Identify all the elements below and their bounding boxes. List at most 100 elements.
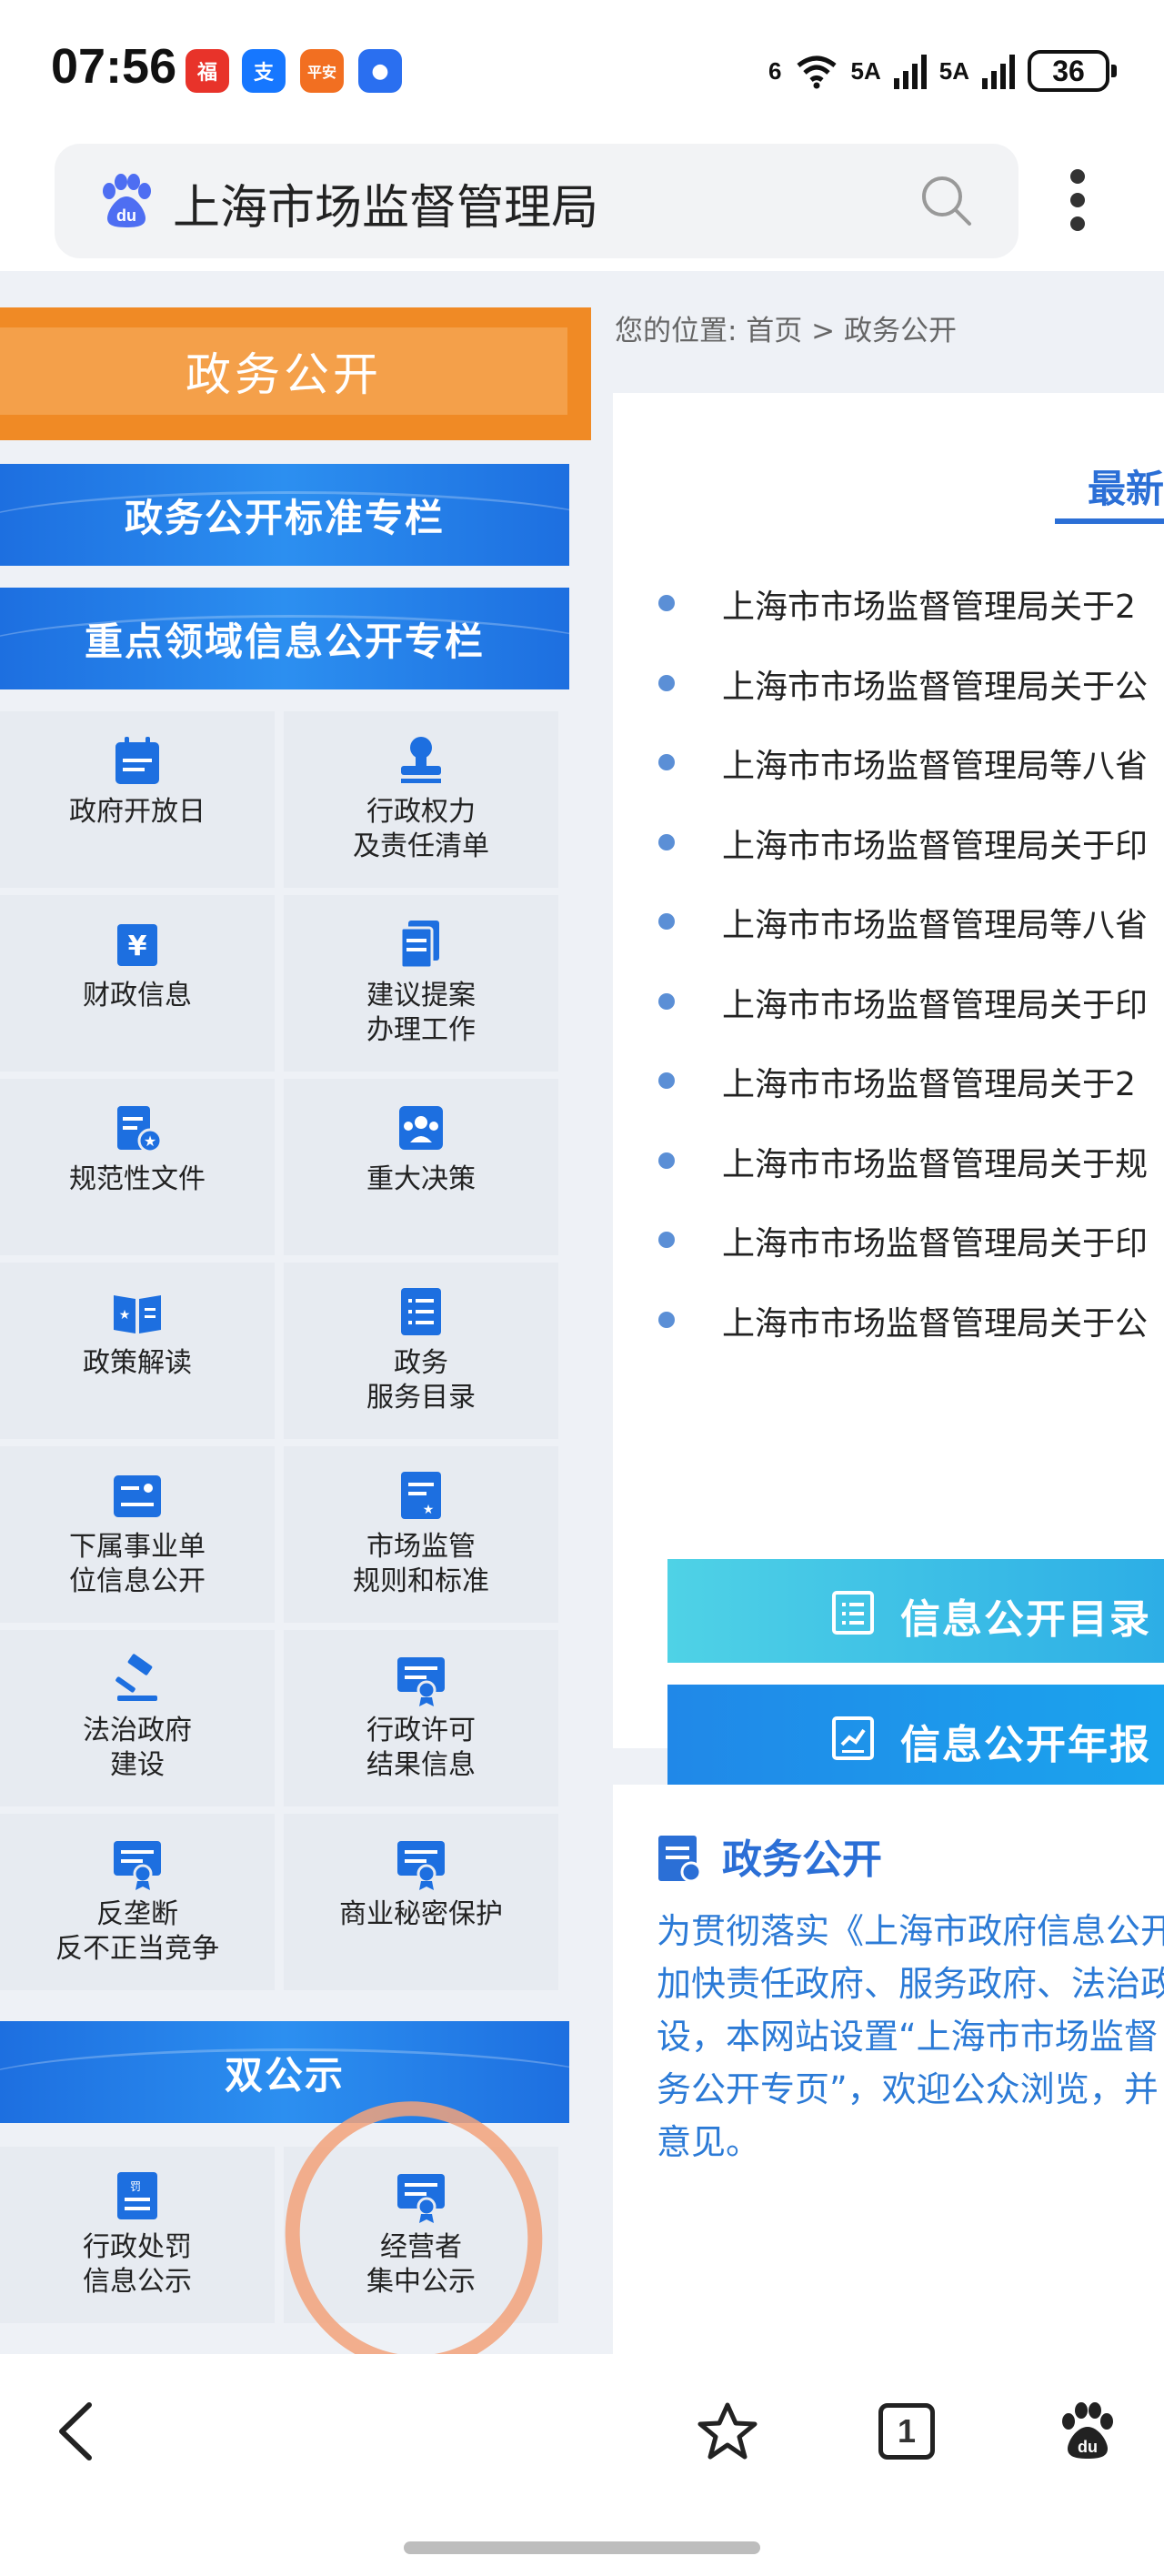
id-card-icon: [114, 1475, 161, 1517]
nav-item-label: 下属事业单 位信息公开: [69, 1531, 206, 1597]
news-title[interactable]: 上海市市场监督管理局等八省: [722, 899, 1148, 946]
nav-item-major-decisions[interactable]: 重大决策: [284, 1079, 558, 1255]
certificate-icon: [397, 1657, 445, 1706]
list-item[interactable]: 上海市市场监督管理局等八省: [658, 893, 1164, 973]
nav-item-power-list[interactable]: 行政权力 及责任清单: [284, 711, 558, 888]
annual-report-button[interactable]: 信息公开年报: [667, 1685, 1164, 1788]
page-content: 政务公开 政务公开标准专栏 重点领域信息公开专栏 政府开放日 行政权力 及责任清…: [0, 271, 1164, 2354]
search-query-text[interactable]: 上海市场监督管理局: [173, 169, 598, 237]
bullet-icon: [658, 992, 675, 1010]
list-item[interactable]: 上海市市场监督管理局关于印: [658, 814, 1164, 894]
nav-item-rules-standards[interactable]: ★ 市场监管 规则和标准: [284, 1446, 558, 1623]
tabs-count-button[interactable]: 1: [878, 2403, 935, 2460]
signal-bars-icon: [982, 53, 1015, 89]
bookmark-star-icon[interactable]: [697, 2401, 758, 2461]
list-icon: [832, 1591, 874, 1635]
open-book-icon: ★: [114, 1295, 161, 1333]
back-arrow-icon[interactable]: [53, 2400, 98, 2463]
news-title[interactable]: 上海市市场监督管理局关于印: [722, 979, 1148, 1026]
bullet-icon: [658, 1152, 675, 1169]
bullet-icon: [658, 754, 675, 770]
nav-item-finance[interactable]: ¥ 财政信息: [0, 895, 275, 1072]
nav-item-label: 政策解读: [83, 1347, 192, 1379]
list-item[interactable]: 上海市市场监督管理局关于印: [658, 973, 1164, 1053]
nav-item-license-results[interactable]: 行政许可 结果信息: [284, 1630, 558, 1806]
nav-item-label: 法治政府 建设: [83, 1715, 192, 1781]
signal-bars-icon: [893, 53, 927, 89]
shield-app-icon: ●: [358, 49, 402, 93]
search-bar[interactable]: du 上海市场监督管理局: [55, 144, 1018, 258]
news-title[interactable]: 上海市市场监督管理局关于公: [722, 1297, 1148, 1344]
intro-title: 政务公开: [722, 1836, 882, 1883]
battery-level: 36: [1052, 54, 1085, 87]
left-nav-header: 政务公开: [0, 307, 591, 440]
nav-item-label: 规范性文件: [69, 1163, 206, 1195]
nav-item-proposals[interactable]: 建议提案 办理工作: [284, 895, 558, 1072]
banner-label: 政务公开标准专栏: [124, 495, 445, 540]
info-directory-button[interactable]: 信息公开目录: [667, 1559, 1164, 1663]
svg-text:★: ★: [144, 1132, 156, 1150]
news-title[interactable]: 上海市市场监督管理局关于2: [722, 580, 1136, 628]
list-item[interactable]: 上海市市场监督管理局等八省: [658, 734, 1164, 814]
gavel-icon: [115, 1654, 157, 1701]
stamp-icon: [401, 737, 441, 783]
nav-item-antimonopoly[interactable]: 反垄断 反不正当竞争: [0, 1814, 275, 1990]
list-item[interactable]: 上海市市场监督管理局关于2: [658, 575, 1164, 655]
intro-text: 为贯彻落实《上海市政府信息公开 加快责任政府、服务政府、法治政 设，本网站设置“…: [657, 1911, 1164, 2162]
news-title[interactable]: 上海市市场监督管理局关于2: [722, 1058, 1136, 1105]
nav-item-open-day[interactable]: 政府开放日: [0, 711, 275, 888]
bullet-icon: [658, 833, 675, 850]
nav-item-penalty-info[interactable]: 罚 行政处罚 信息公示: [0, 2147, 275, 2323]
wifi-label: 6: [768, 56, 782, 85]
status-time: 07:56: [51, 39, 177, 94]
nav-item-subordinate-units[interactable]: 下属事业单 位信息公开: [0, 1446, 275, 1623]
banner-label: 双公示: [224, 2052, 345, 2098]
gear-people-icon: [399, 1106, 443, 1150]
news-title[interactable]: 上海市市场监督管理局关于规: [722, 1138, 1148, 1185]
nav-item-normative-docs[interactable]: ★ 规范性文件: [0, 1079, 275, 1255]
standard-column-banner[interactable]: 政务公开标准专栏: [0, 464, 569, 566]
key-areas-banner[interactable]: 重点领域信息公开专栏: [0, 588, 569, 689]
tab-latest[interactable]: 最新: [1088, 458, 1164, 514]
nav-item-rule-of-law[interactable]: 法治政府 建设: [0, 1630, 275, 1806]
tabs-count: 1: [897, 2412, 917, 2450]
pingan-bank-icon: 平安: [300, 49, 344, 93]
svg-text:du: du: [116, 206, 136, 225]
document-stack-icon: [399, 921, 439, 970]
info-directory-label: 信息公开目录: [900, 1596, 1151, 1643]
news-title[interactable]: 上海市市场监督管理局等八省: [722, 740, 1148, 787]
battery-icon: 36: [1028, 50, 1117, 92]
bullet-icon: [658, 1072, 675, 1089]
list-item[interactable]: 上海市市场监督管理局关于印: [658, 1212, 1164, 1292]
intro-panel: 政务公开 为贯彻落实《上海市政府信息公开 加快责任政府、服务政府、法治政 设，本…: [613, 1785, 1164, 2354]
nav-item-label: 商业秘密保护: [339, 1898, 503, 1930]
bullet-icon: [658, 674, 675, 691]
nav-item-label: 政务 服务目录: [366, 1347, 476, 1414]
list-item[interactable]: 上海市市场监督管理局关于公: [658, 1292, 1164, 1372]
chart-report-icon: [832, 1716, 874, 1760]
nav-item-policy-interpretation[interactable]: ★ 政策解读: [0, 1263, 275, 1439]
news-title[interactable]: 上海市市场监督管理局关于印: [722, 1217, 1148, 1264]
search-icon[interactable]: [918, 173, 975, 229]
more-options-icon[interactable]: [1055, 162, 1100, 244]
nav-item-trade-secrets[interactable]: 商业秘密保护: [284, 1814, 558, 1990]
baidu-home-icon[interactable]: du: [1057, 2400, 1119, 2461]
list-item[interactable]: 上海市市场监督管理局关于2: [658, 1052, 1164, 1132]
list-item[interactable]: 上海市市场监督管理局关于公: [658, 655, 1164, 735]
status-bar: 07:56 福 支 平安 ● 6 5A 5A 36: [0, 0, 1164, 136]
news-list: 上海市市场监督管理局关于2 上海市市场监督管理局关于公 上海市市场监督管理局等八…: [658, 575, 1164, 1371]
baidu-logo-icon: du: [103, 174, 151, 227]
home-indicator[interactable]: [404, 2541, 760, 2554]
double-publicity-banner[interactable]: 双公示: [0, 2021, 569, 2123]
news-title[interactable]: 上海市市场监督管理局关于公: [722, 660, 1148, 708]
status-indicators: 6 5A 5A 36: [768, 45, 1117, 96]
nav-item-service-catalog[interactable]: 政务 服务目录: [284, 1263, 558, 1439]
svg-text:¥: ¥: [128, 931, 147, 962]
red-app-icon: 福: [186, 49, 229, 93]
nav-item-label: 政府开放日: [69, 796, 206, 828]
news-title[interactable]: 上海市市场监督管理局关于印: [722, 820, 1148, 867]
list-item[interactable]: 上海市市场监督管理局关于规: [658, 1132, 1164, 1213]
document-star-icon: ★: [117, 1106, 163, 1153]
certificate-icon: [114, 1841, 161, 1890]
nav-item-label: 行政处罚 信息公示: [83, 2231, 192, 2298]
